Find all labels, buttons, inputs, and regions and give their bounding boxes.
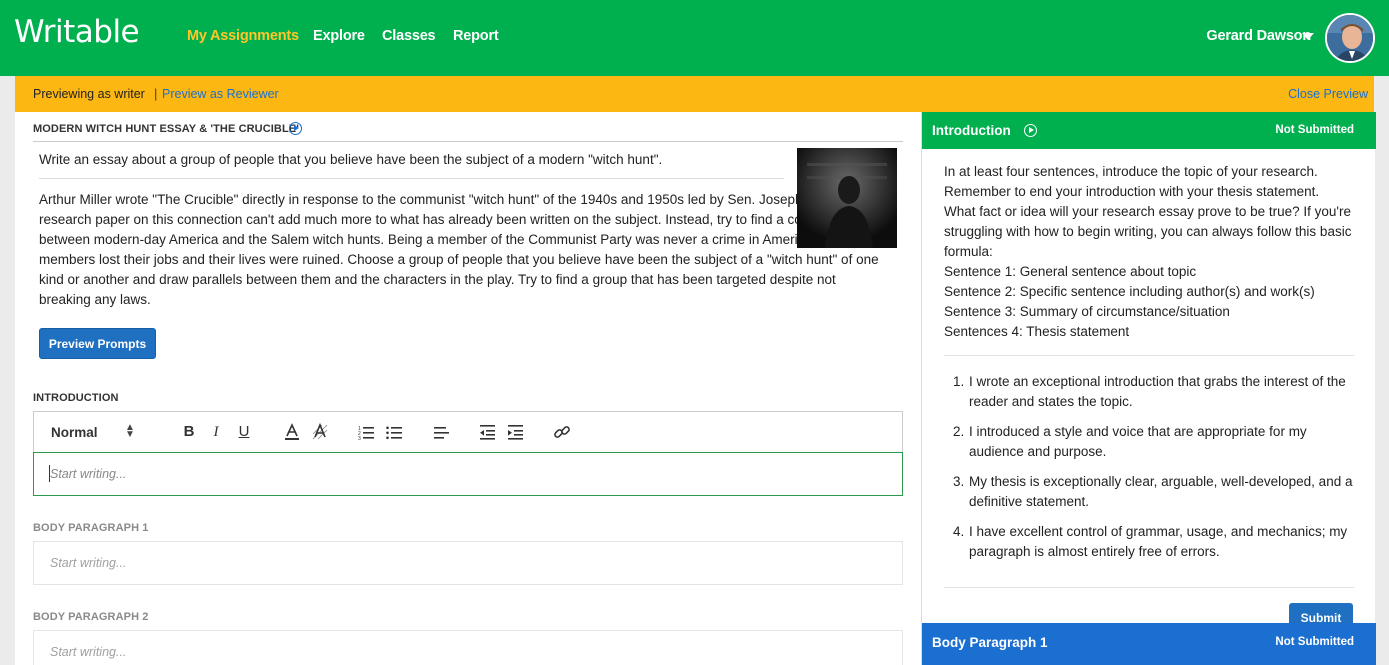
- indent-icon[interactable]: [505, 422, 525, 442]
- introduction-editor[interactable]: Start writing...: [33, 452, 903, 496]
- criterion-text: I have excellent control of grammar, usa…: [969, 524, 1348, 559]
- section-label-body-paragraph-2: BODY PARAGRAPH 2: [33, 611, 149, 623]
- preview-separator: |: [154, 86, 158, 101]
- status-badge: Not Submitted: [1275, 124, 1354, 136]
- body-paragraph-1-editor[interactable]: Start writing...: [33, 541, 903, 585]
- editor-placeholder: Start writing...: [50, 556, 127, 570]
- previewing-as-writer-label: Previewing as writer: [33, 87, 145, 101]
- title-divider: [33, 141, 903, 142]
- align-left-icon[interactable]: [431, 422, 451, 442]
- play-icon[interactable]: [1024, 124, 1037, 137]
- editor-toolbar: Normal ▲ ▼ B I U 123: [33, 411, 903, 452]
- section-label-body-paragraph-1: BODY PARAGRAPH 1: [33, 522, 149, 534]
- underline-icon[interactable]: U: [234, 422, 254, 442]
- criterion-text: I introduced a style and voice that are …: [969, 424, 1307, 459]
- criteria-divider: [944, 587, 1354, 588]
- criteria-list: 1. I wrote an exceptional introduction th…: [944, 372, 1354, 572]
- instructions-line: Sentence 1: General sentence about topic: [944, 264, 1197, 279]
- top-navigation: Writable My Assignments Explore Classes …: [0, 0, 1389, 76]
- criterion-text: My thesis is exceptionally clear, arguab…: [969, 474, 1353, 509]
- list-number: 4.: [953, 524, 965, 539]
- instructions-line: Sentences 4: Thesis statement: [944, 324, 1130, 339]
- list-item: 3. My thesis is exceptionally clear, argu…: [944, 472, 1354, 512]
- rubric-panel: Introduction Not Submitted In at least f…: [921, 112, 1376, 665]
- list-number: 2.: [953, 424, 965, 439]
- section-title: Introduction: [932, 123, 1011, 138]
- prompt-summary: Write an essay about a group of people t…: [39, 152, 663, 167]
- preview-bar: Previewing as writer | Preview as Review…: [15, 76, 1374, 112]
- instructions-divider: [944, 355, 1354, 356]
- criterion-text: I wrote an exceptional introduction that…: [969, 374, 1346, 409]
- background-color-icon[interactable]: [310, 422, 330, 442]
- section-title: Body Paragraph 1: [932, 635, 1048, 650]
- bold-icon[interactable]: B: [179, 422, 199, 442]
- section-instructions: In at least four sentences, introduce th…: [944, 162, 1354, 342]
- prompt-divider: [39, 178, 784, 179]
- editor-placeholder: Start writing...: [50, 467, 127, 481]
- body-paragraph-1-section-header[interactable]: Body Paragraph 1 Not Submitted: [922, 623, 1376, 665]
- text-color-icon[interactable]: [282, 422, 302, 442]
- list-item: 4. I have excellent control of grammar, u…: [944, 522, 1354, 562]
- nav-report[interactable]: Report: [453, 28, 499, 44]
- ordered-list-icon[interactable]: 123: [356, 422, 376, 442]
- select-arrows-icon[interactable]: ▲ ▼: [125, 423, 135, 440]
- instructions-paragraph: In at least four sentences, introduce th…: [944, 164, 1352, 259]
- section-label-introduction: INTRODUCTION: [33, 392, 119, 404]
- instructions-line: Sentence 3: Summary of circumstance/situ…: [944, 304, 1230, 319]
- nav-my-assignments[interactable]: My Assignments: [187, 28, 299, 44]
- italic-icon[interactable]: I: [206, 422, 226, 442]
- introduction-section-header[interactable]: Introduction Not Submitted: [922, 112, 1376, 149]
- preview-prompts-button[interactable]: Preview Prompts: [39, 328, 156, 359]
- play-icon[interactable]: [289, 122, 302, 135]
- chevron-down-icon[interactable]: [1302, 33, 1314, 40]
- format-select[interactable]: Normal: [51, 425, 98, 440]
- prompt-image: [797, 148, 897, 248]
- preview-as-reviewer-link[interactable]: Preview as Reviewer: [162, 87, 279, 101]
- assignment-title: MODERN WITCH HUNT ESSAY & 'THE CRUCIBLE': [33, 123, 299, 135]
- editor-placeholder: Start writing...: [50, 645, 127, 659]
- list-number: 3.: [953, 474, 965, 489]
- writing-panel: MODERN WITCH HUNT ESSAY & 'THE CRUCIBLE'…: [15, 112, 921, 665]
- list-number: 1.: [953, 374, 965, 389]
- prompt-body: Arthur Miller wrote "The Crucible" direc…: [39, 192, 879, 307]
- close-preview-link[interactable]: Close Preview: [1288, 87, 1368, 101]
- status-badge: Not Submitted: [1275, 636, 1354, 648]
- nav-classes[interactable]: Classes: [382, 28, 436, 44]
- nav-explore[interactable]: Explore: [313, 28, 365, 44]
- instructions-line: Sentence 2: Specific sentence including …: [944, 284, 1315, 299]
- bullet-list-icon[interactable]: [384, 422, 404, 442]
- link-icon[interactable]: [552, 422, 572, 442]
- avatar[interactable]: [1325, 13, 1375, 63]
- outdent-icon[interactable]: [477, 422, 497, 442]
- user-menu[interactable]: Gerard Dawson: [1206, 28, 1311, 44]
- body-paragraph-2-editor[interactable]: Start writing...: [33, 630, 903, 665]
- writable-logo[interactable]: Writable: [14, 14, 140, 50]
- list-item: 2. I introduced a style and voice that ar…: [944, 422, 1354, 462]
- list-item: 1. I wrote an exceptional introduction th…: [944, 372, 1354, 412]
- svg-text:3: 3: [358, 436, 361, 442]
